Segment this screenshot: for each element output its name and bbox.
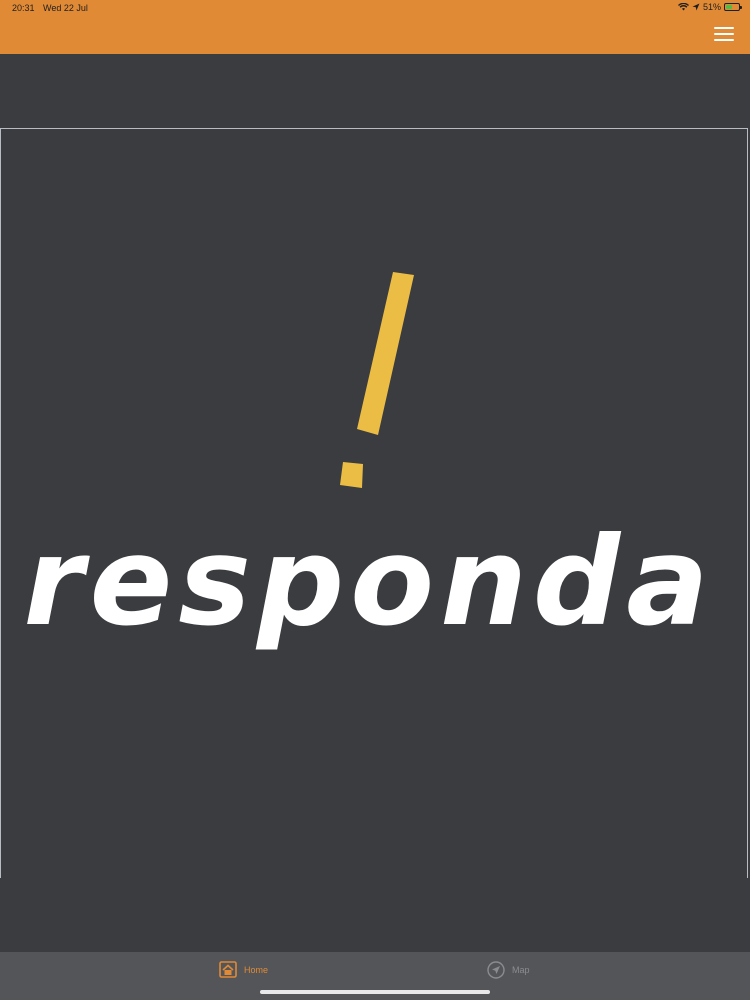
app-header: 20:31 Wed 22 Jul 51%	[0, 0, 750, 54]
exclamation-mark-icon	[340, 272, 414, 488]
tab-home[interactable]: Home	[219, 961, 268, 978]
tab-home-label: Home	[244, 964, 269, 975]
battery-icon	[724, 3, 742, 11]
battery-level	[726, 5, 732, 9]
status-indicators: 51%	[677, 2, 742, 12]
wifi-icon	[677, 3, 689, 11]
tab-map[interactable]: Map	[487, 961, 530, 979]
splash-content: responda	[0, 128, 748, 878]
hamburger-menu-icon[interactable]	[714, 27, 734, 43]
home-indicator	[260, 990, 490, 994]
battery-percent: 51%	[702, 2, 721, 12]
tab-map-label: Map	[512, 965, 530, 975]
home-icon	[219, 961, 237, 978]
navigation-icon	[487, 961, 505, 979]
app-screen: 20:31 Wed 22 Jul 51% responda Home Map	[0, 0, 750, 1000]
location-arrow-icon	[692, 3, 700, 11]
status-date: Wed 22 Jul	[43, 3, 88, 13]
status-time: 20:31	[12, 3, 35, 13]
logo-wordmark: responda	[23, 511, 714, 653]
responda-logo: responda	[23, 272, 714, 653]
